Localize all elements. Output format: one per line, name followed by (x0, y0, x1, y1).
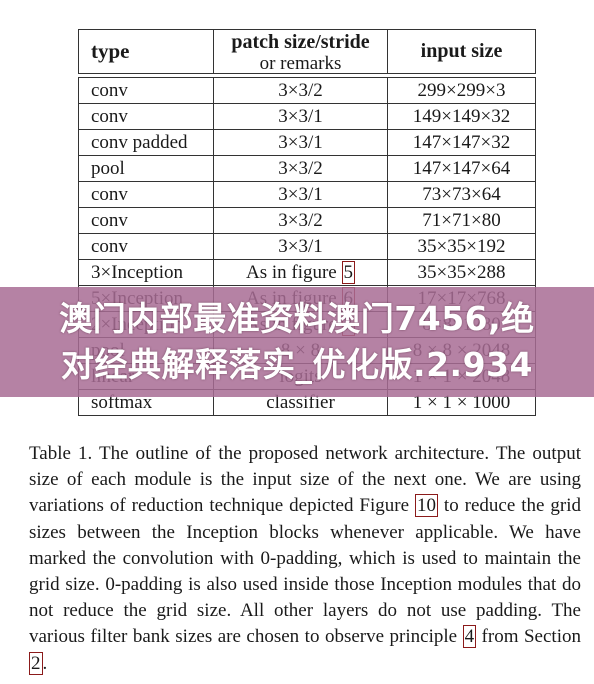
cell-input-size: 73×73×64 (387, 181, 536, 208)
table-row: conv 3×3/1 35×35×192 (78, 233, 536, 260)
cell-type-text: conv (91, 236, 128, 257)
header-patch-sub: or remarks (259, 53, 342, 74)
cell-patch-text: As in figure (245, 262, 337, 283)
cell-input-size: 147×147×64 (387, 155, 536, 182)
cell-input-size: 35×35×192 (387, 233, 536, 260)
cell-patch-text: 3×3/1 (278, 184, 323, 205)
table-row: pool 3×3/2 147×147×64 (78, 155, 536, 182)
cell-patch: 3×3/1 (213, 181, 388, 208)
cell-input-size-text: 299×299×3 (417, 80, 506, 101)
cell-input-size-text: 149×149×32 (412, 106, 511, 127)
table-row: conv 3×3/1 149×149×32 (78, 103, 536, 130)
banner-line-1: 澳门内部最准资料澳门7456,绝 (59, 299, 535, 338)
header-input-size: input size (387, 29, 536, 74)
caption-text-3: from Section (476, 626, 581, 648)
cell-patch: 3×3/2 (213, 155, 388, 182)
overlay-banner: 澳门内部最准资料澳门7456,绝 对经典解释落实_优化版.2.934 (0, 287, 594, 397)
cell-type-text: conv padded (91, 132, 188, 153)
cell-type: conv (78, 103, 214, 130)
cell-type-text: conv (91, 184, 128, 205)
cell-patch: 3×3/1 (213, 103, 388, 130)
cell-type-text: pool (91, 158, 125, 179)
cell-input-size: 299×299×3 (387, 77, 536, 104)
cell-type-text: 3×Inception (91, 262, 183, 283)
cell-patch-text: 3×3/2 (278, 80, 323, 101)
cell-type: conv (78, 181, 214, 208)
cell-patch: 3×3/1 (213, 129, 388, 156)
table-row: conv 3×3/2 299×299×3 (78, 77, 536, 104)
cell-input-size-text: 73×73×64 (422, 184, 501, 205)
cell-patch: 3×3/1 (213, 233, 388, 260)
cell-type-text: conv (91, 80, 128, 101)
cell-patch-text: 3×3/1 (278, 132, 323, 153)
cell-type: pool (78, 155, 214, 182)
table-caption: Table 1. The outline of the proposed net… (29, 441, 581, 677)
banner-line-2: 对经典解释落实_优化版.2.934 (61, 345, 533, 384)
cell-patch-text: 3×3/1 (278, 106, 323, 127)
cell-input-size: 71×71×80 (387, 207, 536, 234)
cell-input-size: 149×149×32 (387, 103, 536, 130)
caption-text-2: to reduce the grid sizes between the Inc… (29, 495, 581, 648)
cell-type-text: conv (91, 106, 128, 127)
cell-patch: 3×3/2 (213, 207, 388, 234)
cell-input-size-text: 147×147×64 (412, 158, 511, 179)
cell-patch: As in figure 5 (213, 259, 388, 286)
header-patch-main: patch size/stride (231, 31, 370, 53)
table-row: conv padded 3×3/1 147×147×32 (78, 129, 536, 156)
cell-type: 3×Inception (78, 259, 214, 286)
section-ref-link[interactable]: 2 (29, 651, 43, 675)
cell-patch: 3×3/2 (213, 77, 388, 104)
cell-input-size-text: 71×71×80 (422, 210, 501, 231)
cell-input-size-text: 35×35×192 (417, 236, 506, 257)
cell-patch-text: 3×3/1 (278, 236, 323, 257)
cell-patch-text: 3×3/2 (278, 210, 323, 231)
principle-ref-link[interactable]: 4 (462, 625, 477, 649)
cell-type: conv (78, 207, 214, 234)
cell-input-size-text: 35×35×288 (417, 262, 506, 283)
cell-type: conv (78, 233, 214, 260)
cell-input-size-text: 147×147×32 (412, 132, 511, 153)
header-type: type (78, 29, 214, 74)
cell-type-text: conv (91, 210, 128, 231)
table-row: conv 3×3/1 73×73×64 (78, 181, 536, 208)
table-header-row: type patch size/stride or remarks input s… (78, 29, 536, 74)
header-patch: patch size/stride or remarks (213, 29, 388, 74)
caption-text-4: . (42, 652, 48, 674)
figure-ref-link[interactable]: 5 (341, 261, 355, 284)
table-row: conv 3×3/2 71×71×80 (78, 207, 536, 234)
table-row: 3×Inception As in figure 5 35×35×288 (78, 259, 536, 286)
cell-type: conv (78, 77, 214, 104)
figure-ref-link[interactable]: 10 (414, 494, 438, 518)
cell-input-size: 35×35×288 (387, 259, 536, 286)
cell-type: conv padded (78, 129, 214, 156)
cell-input-size: 147×147×32 (387, 129, 536, 156)
cell-patch-text: 3×3/2 (278, 158, 323, 179)
